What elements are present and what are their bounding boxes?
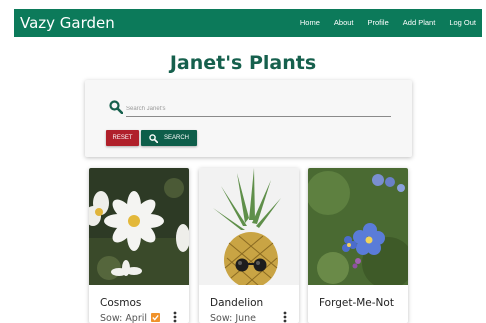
nav-link-log-out[interactable]: Log Out bbox=[449, 18, 476, 27]
nav-link-profile[interactable]: Profile bbox=[368, 18, 389, 27]
search-button[interactable]: SEARCH bbox=[141, 130, 197, 146]
plant-name: Forget-Me-Not bbox=[319, 297, 394, 309]
nav-link-home[interactable]: Home bbox=[300, 18, 320, 27]
dandelion-image bbox=[199, 168, 299, 285]
plant-name: Dandelion bbox=[210, 297, 264, 309]
more-vert-icon[interactable] bbox=[283, 311, 287, 323]
search-input[interactable] bbox=[126, 101, 391, 117]
plant-card-forget-me-not[interactable]: Forget-Me-Not bbox=[308, 168, 408, 323]
plant-name: Cosmos bbox=[100, 297, 142, 309]
cosmos-image bbox=[89, 168, 189, 285]
plant-card-dandelion[interactable]: Dandelion Sow: June bbox=[199, 168, 299, 323]
nav-links: Home About Profile Add Plant Log Out bbox=[286, 18, 476, 27]
plant-card-cosmos[interactable]: Cosmos Sow: April bbox=[89, 168, 189, 323]
search-panel: RESET SEARCH bbox=[85, 80, 412, 157]
nav-link-about[interactable]: About bbox=[334, 18, 354, 27]
page-title: Janet's Plants bbox=[169, 52, 317, 74]
search-button-icon bbox=[149, 133, 158, 143]
plant-sow-date: Sow: April bbox=[100, 313, 148, 323]
more-vert-icon[interactable] bbox=[173, 311, 177, 323]
search-button-label: SEARCH bbox=[163, 135, 189, 141]
nav-link-add-plant[interactable]: Add Plant bbox=[403, 18, 436, 27]
search-icon bbox=[109, 100, 123, 114]
navbar: Vazy Garden Home About Profile Add Plant… bbox=[14, 9, 482, 37]
brand-logo[interactable]: Vazy Garden bbox=[20, 14, 115, 32]
plant-sow-date: Sow: June bbox=[210, 313, 257, 323]
reset-button-label: RESET bbox=[112, 135, 133, 141]
forget-me-not-image bbox=[308, 168, 408, 285]
checked-checkbox-icon[interactable] bbox=[151, 313, 160, 322]
reset-button[interactable]: RESET bbox=[106, 130, 139, 146]
